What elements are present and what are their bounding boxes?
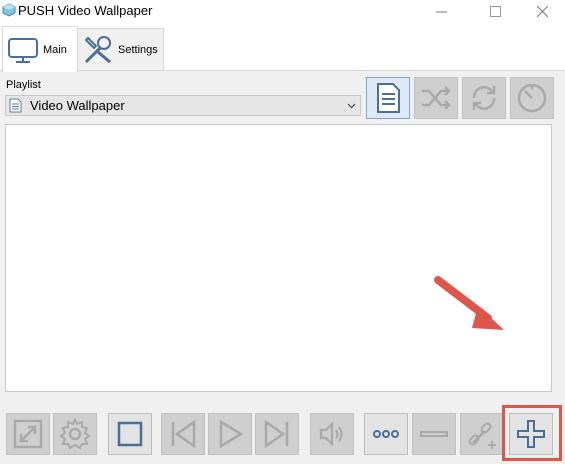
playlist-select-value: Video Wallpaper bbox=[30, 98, 125, 113]
repeat-button[interactable] bbox=[462, 77, 506, 119]
playlist-edit-icon bbox=[377, 83, 400, 113]
tab-main[interactable]: Main bbox=[2, 26, 78, 72]
maximize-icon bbox=[489, 5, 501, 17]
add-url-button[interactable] bbox=[460, 413, 504, 455]
repeat-icon bbox=[472, 86, 496, 110]
previous-icon bbox=[171, 419, 196, 449]
app-icon bbox=[2, 3, 16, 17]
more-button[interactable] bbox=[364, 413, 408, 455]
close-icon bbox=[536, 5, 548, 17]
tab-main-label: Main bbox=[43, 43, 67, 56]
playlist-items-list[interactable] bbox=[5, 124, 552, 392]
tab-settings[interactable]: Settings bbox=[78, 28, 164, 71]
maximize-button[interactable] bbox=[472, 0, 518, 22]
close-button[interactable] bbox=[519, 0, 565, 22]
window-title: PUSH Video Wallpaper bbox=[18, 3, 153, 18]
minimize-icon bbox=[435, 11, 447, 12]
shuffle-icon bbox=[422, 86, 451, 110]
volume-button[interactable] bbox=[310, 413, 354, 455]
next-icon bbox=[264, 419, 289, 449]
play-button[interactable] bbox=[208, 413, 252, 455]
chevron-down-icon bbox=[347, 103, 356, 109]
playlist-select[interactable]: Video Wallpaper bbox=[5, 95, 361, 116]
timer-button[interactable] bbox=[510, 77, 554, 119]
playlist-label: Playlist bbox=[6, 79, 41, 91]
shuffle-button[interactable] bbox=[414, 77, 458, 119]
timer-icon bbox=[517, 83, 547, 113]
tools-icon bbox=[84, 35, 111, 63]
document-icon bbox=[9, 98, 22, 113]
monitor-icon bbox=[8, 37, 38, 63]
fullscreen-button[interactable] bbox=[6, 413, 50, 455]
playlist-edit-button[interactable] bbox=[366, 77, 410, 119]
next-button[interactable] bbox=[255, 413, 299, 455]
settings-button[interactable] bbox=[53, 413, 97, 455]
gear-icon bbox=[59, 417, 91, 450]
main-panel: Playlist Video Wallpaper bbox=[0, 70, 565, 464]
tab-strip: Main Settings bbox=[0, 26, 565, 72]
play-icon bbox=[219, 419, 244, 449]
stop-button[interactable] bbox=[108, 413, 152, 455]
add-button-highlight bbox=[502, 405, 562, 461]
remove-button[interactable] bbox=[412, 413, 456, 455]
stop-icon bbox=[117, 421, 143, 447]
annotation-arrow-icon bbox=[434, 276, 504, 330]
previous-button[interactable] bbox=[161, 413, 205, 455]
tab-settings-label: Settings bbox=[118, 43, 158, 56]
volume-icon bbox=[319, 421, 343, 447]
title-bar: PUSH Video Wallpaper bbox=[0, 0, 565, 22]
remove-icon bbox=[420, 431, 448, 437]
more-icon bbox=[373, 430, 399, 438]
fullscreen-icon bbox=[13, 419, 43, 449]
minimize-button[interactable] bbox=[418, 0, 464, 22]
add-url-icon bbox=[468, 422, 496, 449]
